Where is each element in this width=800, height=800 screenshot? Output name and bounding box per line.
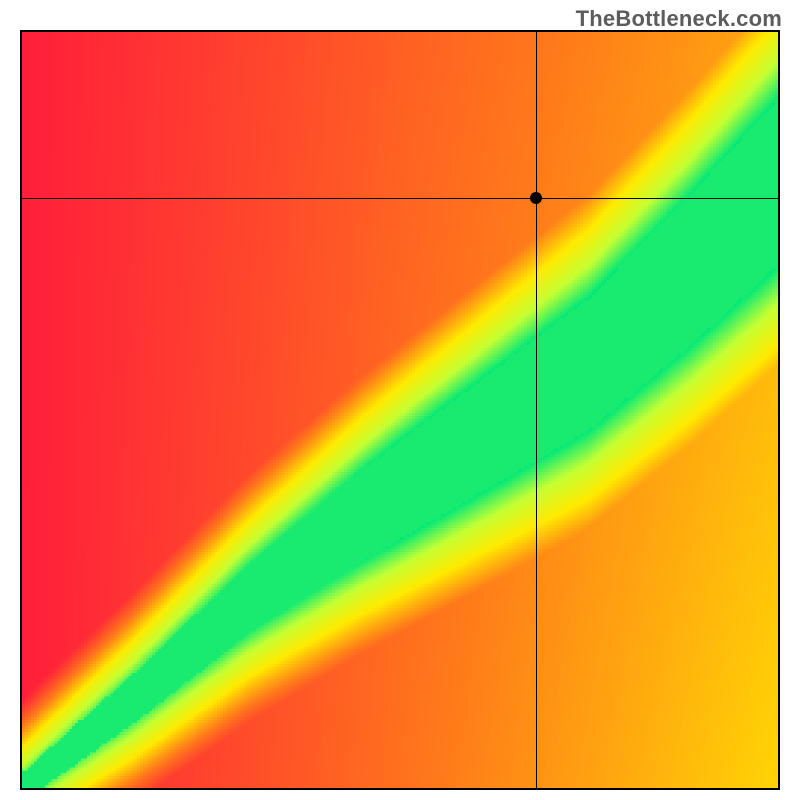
- watermark-label: TheBottleneck.com: [576, 6, 782, 32]
- heatmap-canvas: [22, 32, 778, 788]
- plot-area: [22, 32, 778, 788]
- crosshair-vertical: [536, 32, 537, 788]
- crosshair-horizontal: [22, 198, 778, 199]
- selection-marker: [530, 192, 542, 204]
- plot-frame: [20, 30, 780, 790]
- chart-container: TheBottleneck.com: [0, 0, 800, 800]
